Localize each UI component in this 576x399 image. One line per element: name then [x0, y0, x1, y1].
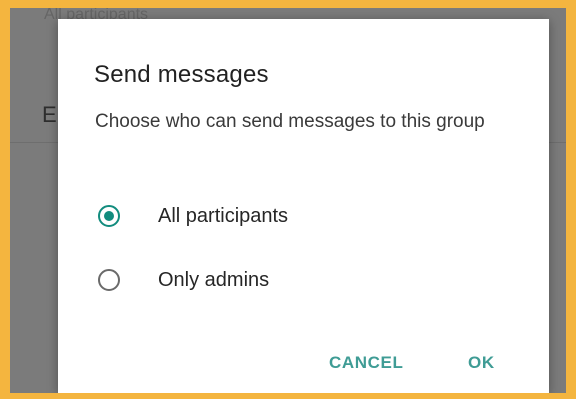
- option-all-participants[interactable]: All participants: [98, 199, 428, 233]
- cancel-button[interactable]: CANCEL: [329, 353, 403, 373]
- ok-button[interactable]: OK: [468, 353, 495, 373]
- background-setting-label: E: [42, 102, 57, 127]
- radio-selected-icon[interactable]: [98, 205, 120, 227]
- option-label: All participants: [158, 204, 289, 227]
- dialog-title: Send messages: [94, 61, 269, 88]
- radio-unselected-icon[interactable]: [98, 269, 120, 291]
- app-screen: All participants E Send messages Choose …: [10, 8, 566, 393]
- option-only-admins[interactable]: Only admins: [98, 263, 428, 297]
- dialog-description: Choose who can send messages to this gro…: [95, 111, 485, 132]
- option-label: Only admins: [158, 268, 270, 291]
- send-messages-dialog: Send messages Choose who can send messag…: [58, 19, 549, 393]
